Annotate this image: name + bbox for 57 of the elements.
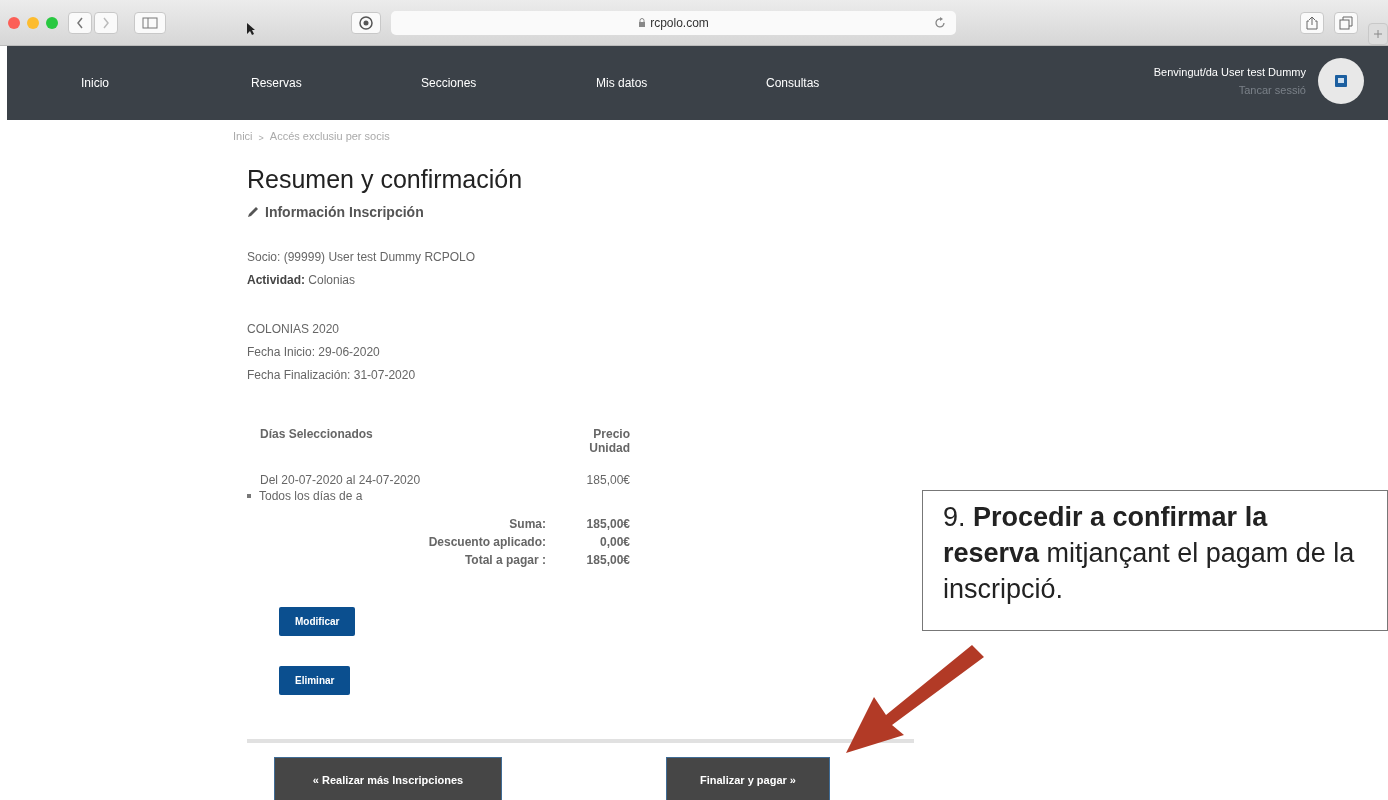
target-icon: [359, 15, 373, 30]
minimize-dot[interactable]: [27, 16, 39, 29]
chevron-left-icon: [76, 16, 84, 29]
total-label: Descuento aplicado:: [428, 534, 546, 551]
table-cell: Del 20-07-2020 al 24-07-2020: [260, 473, 421, 487]
reload-icon: [934, 16, 946, 29]
nav-link[interactable]: Secciones: [421, 76, 596, 90]
action-button[interactable]: Eliminar: [279, 666, 351, 695]
page-title: Resumen y confirmación: [247, 165, 524, 194]
cursor-icon: [246, 21, 256, 36]
total-value: 185,00€: [585, 516, 630, 533]
bullet-icon: [247, 494, 251, 498]
action-button[interactable]: Modificar: [279, 607, 356, 636]
footer-button[interactable]: Finalizar y pagar »: [666, 757, 830, 800]
column-header: Precio Unidad: [588, 427, 630, 455]
sidebar-button[interactable]: [134, 11, 166, 34]
share-icon: [1306, 15, 1318, 30]
greeting: Benvingut/da User test Dummy: [1153, 66, 1306, 78]
zoom-dot[interactable]: [46, 16, 58, 29]
tabs-icon: [1339, 15, 1353, 30]
chevron-right-icon: [102, 16, 110, 29]
total-value: 185,00€: [585, 552, 630, 569]
footer-button[interactable]: « Realizar más Inscripciones: [274, 757, 502, 800]
activity-text: Actividad: Colonias: [247, 272, 357, 289]
table-cell-text: 185,00€: [585, 473, 630, 487]
total-value: 0,00€: [598, 534, 630, 551]
member-text: Socio: (99999) User test Dummy RCPOLO: [247, 249, 477, 266]
lock-icon: [638, 17, 647, 28]
pencil-icon: [247, 206, 259, 218]
column-header: Días Seleccionados: [260, 427, 373, 443]
program-name: COLONIAS 2020: [247, 321, 341, 338]
breadcrumb-current: Accés exclusiu per socis: [269, 130, 390, 143]
nav-link[interactable]: Consultas: [766, 76, 936, 90]
plus-icon: [1373, 29, 1383, 39]
nav-link[interactable]: Mis datos: [596, 76, 766, 90]
nav-link[interactable]: Reservas: [251, 76, 421, 90]
close-dot[interactable]: [8, 16, 20, 29]
back-button[interactable]: [68, 11, 92, 34]
address-bar[interactable]: rcpolo.com: [391, 10, 956, 35]
breadcrumb-separator: >: [258, 133, 264, 143]
forward-button[interactable]: [94, 11, 118, 34]
privacy-button[interactable]: [351, 11, 381, 34]
avatar[interactable]: [1318, 58, 1364, 104]
table-cell: Todos los días de a: [259, 489, 363, 503]
share-button[interactable]: [1300, 11, 1324, 34]
tabs-button[interactable]: [1334, 11, 1358, 34]
sidebar-icon: [142, 16, 158, 29]
start-date: Fecha Inicio: 29-06-2020: [247, 344, 381, 361]
total-label: Suma:: [509, 516, 546, 533]
nav-link[interactable]: Inicio: [81, 76, 251, 90]
user-icon: [1335, 75, 1347, 87]
annotation-callout: 9. Procedir a confirmar la reserva mitjançant el pagam de la inscripció.: [922, 490, 1388, 631]
new-tab-button[interactable]: [1368, 23, 1388, 45]
arrow-icon: [846, 645, 986, 755]
section-title: Información Inscripción: [265, 204, 424, 220]
end-date: Fecha Finalización: 31-07-2020: [247, 367, 417, 384]
total-label: Total a pagar :: [464, 552, 546, 569]
